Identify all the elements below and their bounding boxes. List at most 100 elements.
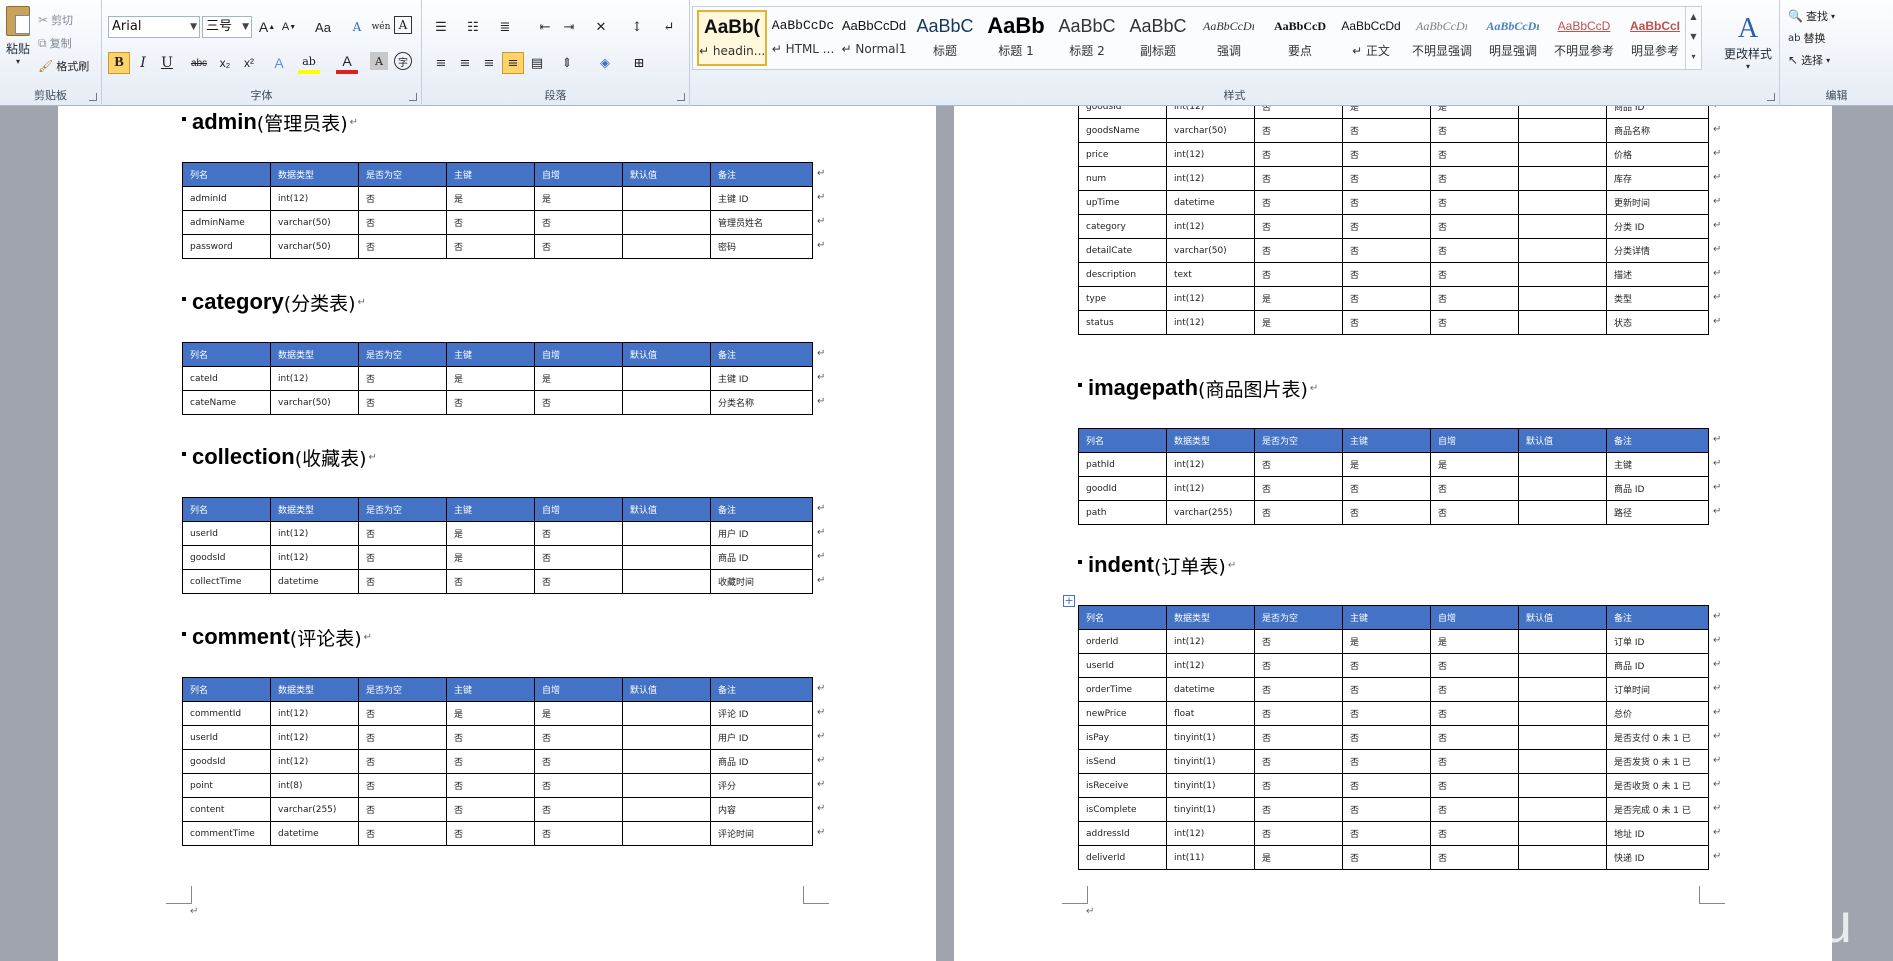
style-tile-11[interactable]: AaBbCcDı 明显强调 xyxy=(1478,10,1548,66)
collection-table[interactable]: 列名 数据类型 是否为空 主键 自增 默认值 备注 userId int(12) 否是否用户 ID… xyxy=(182,497,813,594)
table-cell[interactable]: datetime xyxy=(1166,677,1255,702)
table-cell[interactable] xyxy=(622,773,711,798)
table-cell[interactable]: 收藏时间 xyxy=(710,569,813,594)
indent-heading[interactable]: indent (订单表) ↵ xyxy=(1078,551,1236,579)
table-cell[interactable] xyxy=(622,390,711,415)
table-cell[interactable]: 否 xyxy=(1254,797,1343,822)
column-header[interactable]: 自增 xyxy=(534,342,623,367)
table-cell[interactable]: 否 xyxy=(1430,821,1519,846)
table-cell[interactable]: price xyxy=(1078,142,1167,167)
table-cell[interactable] xyxy=(1518,845,1607,870)
table-cell[interactable]: 否 xyxy=(1342,476,1431,501)
table-cell[interactable]: 是 xyxy=(446,545,535,570)
char-border-button[interactable]: A xyxy=(394,16,412,34)
table-cell[interactable]: isSend xyxy=(1078,749,1167,774)
change-case-button[interactable]: Aa xyxy=(308,16,338,38)
column-header[interactable]: 主键 xyxy=(1342,428,1431,453)
column-header[interactable]: 数据类型 xyxy=(270,342,359,367)
table-cell[interactable]: cateId xyxy=(182,366,271,391)
table-cell[interactable] xyxy=(622,749,711,774)
table-cell[interactable]: point xyxy=(182,773,271,798)
table-cell[interactable]: 否 xyxy=(358,701,447,726)
table-cell[interactable]: int(12) xyxy=(1166,821,1255,846)
table-cell[interactable] xyxy=(1518,773,1607,798)
table-cell[interactable]: 否 xyxy=(1342,821,1431,846)
table-cell[interactable]: int(12) xyxy=(1166,629,1255,654)
table-cell[interactable] xyxy=(1518,749,1607,774)
table-cell[interactable]: 商品 ID xyxy=(1606,476,1709,501)
table-cell[interactable]: 是否发货 0 未 1 已 xyxy=(1606,749,1709,774)
table-cell[interactable]: 否 xyxy=(1430,677,1519,702)
table-cell[interactable]: 否 xyxy=(534,773,623,798)
table-cell[interactable]: status xyxy=(1078,310,1167,335)
table-cell[interactable]: 否 xyxy=(446,210,535,235)
column-header[interactable]: 列名 xyxy=(182,342,271,367)
table-cell[interactable] xyxy=(1518,452,1607,477)
table-cell[interactable]: varchar(255) xyxy=(270,797,359,822)
column-header[interactable]: 默认值 xyxy=(1518,605,1607,630)
table-cell[interactable]: 否 xyxy=(1342,286,1431,311)
table-cell[interactable]: 商品 ID xyxy=(710,545,813,570)
table-cell[interactable]: 否 xyxy=(446,797,535,822)
table-cell[interactable] xyxy=(622,545,711,570)
table-cell[interactable]: isReceive xyxy=(1078,773,1167,798)
table-cell[interactable]: int(11) xyxy=(1166,845,1255,870)
table-cell[interactable] xyxy=(622,210,711,235)
table-cell[interactable]: 商品 ID xyxy=(1606,653,1709,678)
table-cell[interactable]: tinyint(1) xyxy=(1166,797,1255,822)
table-cell[interactable] xyxy=(1518,310,1607,335)
table-cell[interactable]: 路径 xyxy=(1606,500,1709,525)
table-cell[interactable]: 快递 ID xyxy=(1606,845,1709,870)
table-cell[interactable]: newPrice xyxy=(1078,701,1167,726)
table-cell[interactable]: detailCate xyxy=(1078,238,1167,263)
column-header[interactable]: 是否为空 xyxy=(358,162,447,187)
table-cell[interactable]: float xyxy=(1166,701,1255,726)
table-cell[interactable]: 否 xyxy=(1430,500,1519,525)
font-size-combo[interactable]: 三号 ▼ xyxy=(202,16,252,38)
column-header[interactable]: 自增 xyxy=(1430,605,1519,630)
table-cell[interactable]: 分类名称 xyxy=(710,390,813,415)
table-cell[interactable]: 否 xyxy=(1342,773,1431,798)
table-cell[interactable]: 否 xyxy=(358,366,447,391)
distributed-button[interactable]: ▤ xyxy=(526,52,548,74)
table-cell[interactable]: 否 xyxy=(1430,238,1519,263)
table-cell[interactable]: 密码 xyxy=(710,234,813,259)
table-cell[interactable]: int(12) xyxy=(1166,653,1255,678)
bullets-button[interactable]: ☰ xyxy=(430,16,452,38)
table-cell[interactable]: 否 xyxy=(358,725,447,750)
grow-font-button[interactable]: A ▲ xyxy=(256,16,278,38)
table-cell[interactable]: 是 xyxy=(1342,106,1431,119)
table-cell[interactable]: 否 xyxy=(534,569,623,594)
font-color-button[interactable]: A xyxy=(336,52,358,74)
table-cell[interactable]: 是 xyxy=(446,521,535,546)
line-spacing-button[interactable]: ⇕ xyxy=(556,52,578,74)
table-cell[interactable]: int(12) xyxy=(1166,286,1255,311)
table-cell[interactable] xyxy=(1518,190,1607,215)
table-cell[interactable]: varchar(50) xyxy=(1166,238,1255,263)
table-cell[interactable]: 否 xyxy=(446,773,535,798)
column-header[interactable]: 是否为空 xyxy=(358,677,447,702)
table-cell[interactable]: datetime xyxy=(1166,190,1255,215)
column-header[interactable]: 备注 xyxy=(1606,605,1709,630)
table-cell[interactable] xyxy=(1518,286,1607,311)
text-effect-button[interactable]: A xyxy=(268,52,290,74)
align-left-button[interactable]: ≡ xyxy=(430,52,452,74)
style-tile-4[interactable]: AaBb 标题 1 xyxy=(981,10,1051,66)
collection-heading[interactable]: collection (收藏表) ↵ xyxy=(182,443,377,471)
table-cell[interactable]: int(8) xyxy=(270,773,359,798)
style-tile-2[interactable]: AaBbCcDd ↵ Normal1 xyxy=(839,10,909,66)
numbering-button[interactable]: ☷ xyxy=(462,16,484,38)
table-cell[interactable]: 否 xyxy=(1342,845,1431,870)
strikethrough-button[interactable]: abc xyxy=(186,52,212,74)
table-cell[interactable]: 否 xyxy=(1342,190,1431,215)
table-cell[interactable]: 否 xyxy=(1342,500,1431,525)
table-cell[interactable] xyxy=(1518,677,1607,702)
table-cell[interactable]: 否 xyxy=(534,390,623,415)
table-cell[interactable] xyxy=(1518,821,1607,846)
table-cell[interactable]: 否 xyxy=(1254,118,1343,143)
table-cell[interactable]: 否 xyxy=(1254,190,1343,215)
table-cell[interactable]: 否 xyxy=(1254,142,1343,167)
table-cell[interactable]: cateName xyxy=(182,390,271,415)
table-cell[interactable]: 否 xyxy=(1430,797,1519,822)
table-cell[interactable]: 否 xyxy=(1342,797,1431,822)
